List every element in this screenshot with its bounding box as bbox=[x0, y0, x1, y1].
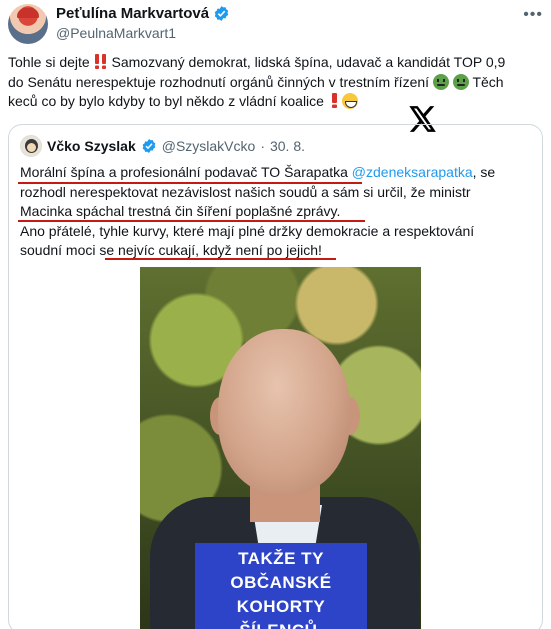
post-line-3: keců co by bylo kdyby to byl někdo z vlá… bbox=[8, 92, 541, 112]
quoted-line-2: rozhodl nerespektovat nezávislost našich… bbox=[20, 183, 471, 200]
quoted-line-4: Ano přátelé, tyhle kurvy, které mají pln… bbox=[20, 222, 475, 239]
verified-badge-icon bbox=[142, 139, 156, 153]
verified-badge-icon bbox=[214, 6, 229, 21]
author-display-name[interactable]: Peťulína Markvartová bbox=[56, 5, 209, 22]
quoted-author-name[interactable]: Včko Szyslak bbox=[47, 138, 136, 154]
quoted-post-date[interactable]: 30. 8. bbox=[270, 138, 305, 154]
author-name-row: Peťulína Markvartová bbox=[56, 5, 230, 22]
quoted-line-3: Macinka spáchal trestná čin šíření popla… bbox=[20, 203, 341, 219]
red-underline bbox=[18, 220, 365, 222]
mention-link[interactable]: @zdeneksarapatka bbox=[352, 164, 473, 180]
quoted-post-header: Včko Szyslak @SzyslakVcko · 30. 8. bbox=[20, 135, 305, 157]
quoted-author-handle[interactable]: @SzyslakVcko bbox=[162, 138, 256, 154]
quoted-author-avatar[interactable] bbox=[20, 135, 42, 157]
quoted-line-1: Morální špína a profesionální podavač TO… bbox=[20, 164, 496, 180]
nauseated-face-icon bbox=[432, 73, 449, 90]
separator-dot: · bbox=[260, 138, 265, 154]
grinning-squinting-face-icon bbox=[341, 93, 358, 109]
red-underline bbox=[18, 182, 362, 184]
post-line-2: do Senátu nerespektuje rozhodnutí orgánů… bbox=[8, 73, 504, 90]
post-line-1: Tohle si dejte Samozvaný demokrat, lidsk… bbox=[8, 54, 506, 70]
double-exclamation-icon bbox=[94, 54, 106, 69]
author-handle[interactable]: @PeulnaMarkvart1 bbox=[56, 25, 176, 41]
video-caption: TAKŽE TY OBČANSKÉ KOHORTY ŠÍLENCŮ, bbox=[195, 543, 367, 629]
post-text: Tohle si dejte Samozvaný demokrat, lidsk… bbox=[8, 53, 541, 112]
video-thumbnail[interactable]: TAKŽE TY OBČANSKÉ KOHORTY ŠÍLENCŮ, bbox=[140, 267, 421, 629]
quoted-post-text: Morální špína a profesionální podavač TO… bbox=[20, 163, 535, 261]
author-avatar[interactable] bbox=[8, 4, 48, 44]
video-head bbox=[218, 329, 350, 494]
post-header: Peťulína Markvartová @PeulnaMarkvart1 ••… bbox=[8, 4, 543, 44]
more-horizontal-icon[interactable]: ••• bbox=[523, 6, 543, 24]
exclamation-icon bbox=[331, 93, 337, 108]
nauseated-face-icon bbox=[452, 73, 469, 90]
quoted-post-card[interactable]: Včko Szyslak @SzyslakVcko · 30. 8. Morál… bbox=[8, 124, 543, 629]
red-underline bbox=[105, 258, 336, 260]
